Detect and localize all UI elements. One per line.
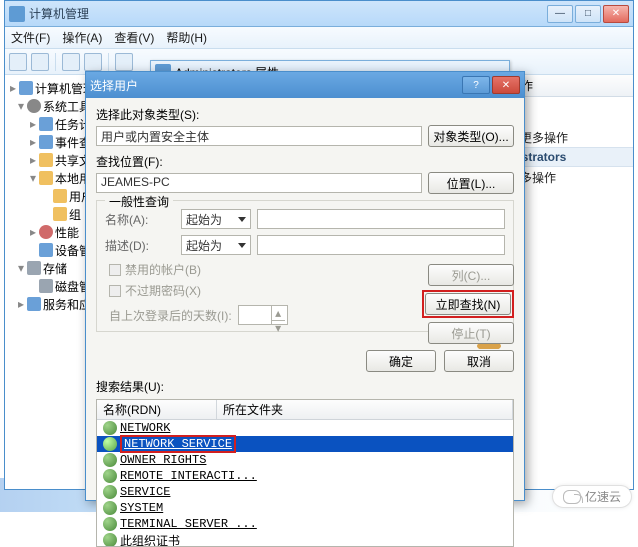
days-spinner: ▴▾	[238, 305, 288, 325]
dialog-help-button[interactable]: ?	[462, 76, 490, 94]
menu-help[interactable]: 帮助(H)	[166, 29, 207, 46]
chevron-down-icon	[238, 243, 246, 248]
location-label: 查找位置(F):	[96, 153, 514, 170]
result-row[interactable]: TERMINAL SERVER ...	[97, 516, 513, 532]
stop-button: 停止(T)	[428, 322, 514, 344]
chevron-down-icon	[238, 217, 246, 222]
help-icon[interactable]	[115, 53, 133, 71]
folder-icon[interactable]	[62, 53, 80, 71]
tree-perf[interactable]: 性能	[55, 224, 79, 241]
menu-action[interactable]: 操作(A)	[62, 29, 102, 46]
results-header[interactable]: 名称(RDN) 所在文件夹	[97, 400, 513, 420]
location-button[interactable]: 位置(L)...	[428, 172, 514, 194]
nonexpiring-pw-checkbox	[109, 285, 121, 297]
dialog-close-button[interactable]: ✕	[492, 76, 520, 94]
minimize-button[interactable]: —	[547, 5, 573, 23]
result-row[interactable]: SYSTEM	[97, 500, 513, 516]
result-row[interactable]: REMOTE INTERACTI...	[97, 468, 513, 484]
result-row[interactable]: SERVICE	[97, 484, 513, 500]
user-icon	[103, 421, 117, 435]
tree-groups[interactable]: 组	[69, 206, 81, 223]
select-users-title: 选择用户	[90, 77, 138, 94]
watermark: 亿速云	[552, 485, 632, 508]
result-row[interactable]: NETWORK	[97, 420, 513, 436]
result-row-selected[interactable]: NETWORK SERVICE	[97, 436, 513, 452]
object-types-button[interactable]: 对象类型(O)...	[428, 125, 514, 147]
main-menubar[interactable]: 文件(F) 操作(A) 查看(V) 帮助(H)	[5, 27, 633, 49]
columns-button: 列(C)...	[428, 264, 514, 286]
user-icon	[103, 533, 117, 547]
select-users-titlebar[interactable]: 选择用户 ? ✕	[86, 72, 524, 98]
app-icon	[9, 6, 25, 22]
disabled-accounts-checkbox	[109, 264, 121, 276]
col-rdn[interactable]: 名称(RDN)	[97, 400, 217, 419]
user-icon	[103, 437, 117, 451]
cancel-button[interactable]: 取消	[444, 350, 514, 372]
cloud-icon	[563, 490, 581, 504]
desc-match-combo[interactable]: 起始为	[181, 235, 251, 255]
tree-storage[interactable]: 存储	[43, 260, 67, 277]
main-titlebar[interactable]: 计算机管理 — □ ✕	[5, 1, 633, 27]
find-now-button[interactable]: 立即查找(N)	[425, 293, 511, 315]
object-type-label: 选择此对象类型(S):	[96, 106, 514, 123]
result-row[interactable]: 此组织证书	[97, 532, 513, 547]
desc-field-label: 描述(D):	[105, 237, 175, 254]
user-icon	[103, 453, 117, 467]
name-match-combo[interactable]: 起始为	[181, 209, 251, 229]
result-row[interactable]: OWNER RIGHTS	[97, 452, 513, 468]
col-folder[interactable]: 所在文件夹	[217, 400, 513, 419]
refresh-icon[interactable]	[84, 53, 102, 71]
days-since-logon-label: 自上次登录后的天数(I):	[109, 307, 232, 324]
name-input[interactable]	[257, 209, 505, 229]
search-results-label: 搜索结果(U):	[86, 376, 524, 397]
main-title: 计算机管理	[29, 5, 89, 22]
desc-input[interactable]	[257, 235, 505, 255]
back-icon[interactable]	[9, 53, 27, 71]
menu-view[interactable]: 查看(V)	[114, 29, 154, 46]
common-queries-legend: 一般性查询	[105, 193, 173, 210]
forward-icon[interactable]	[31, 53, 49, 71]
name-field-label: 名称(A):	[105, 211, 175, 228]
maximize-button[interactable]: □	[575, 5, 601, 23]
user-icon	[103, 501, 117, 515]
select-users-dialog: 选择用户 ? ✕ 选择此对象类型(S): 用户或内置安全主体 对象类型(O)..…	[85, 71, 525, 501]
location-field: JEAMES-PC	[96, 173, 422, 193]
user-icon	[103, 485, 117, 499]
tree-systools[interactable]: 系统工具	[43, 98, 91, 115]
ok-button[interactable]: 确定	[366, 350, 436, 372]
menu-file[interactable]: 文件(F)	[11, 29, 50, 46]
close-button[interactable]: ✕	[603, 5, 629, 23]
user-icon	[103, 517, 117, 531]
highlight-findnow: 立即查找(N)	[422, 290, 514, 318]
user-icon	[103, 469, 117, 483]
object-type-field: 用户或内置安全主体	[96, 126, 422, 146]
search-results-list[interactable]: 名称(RDN) 所在文件夹 NETWORK NETWORK SERVICE OW…	[96, 399, 514, 547]
